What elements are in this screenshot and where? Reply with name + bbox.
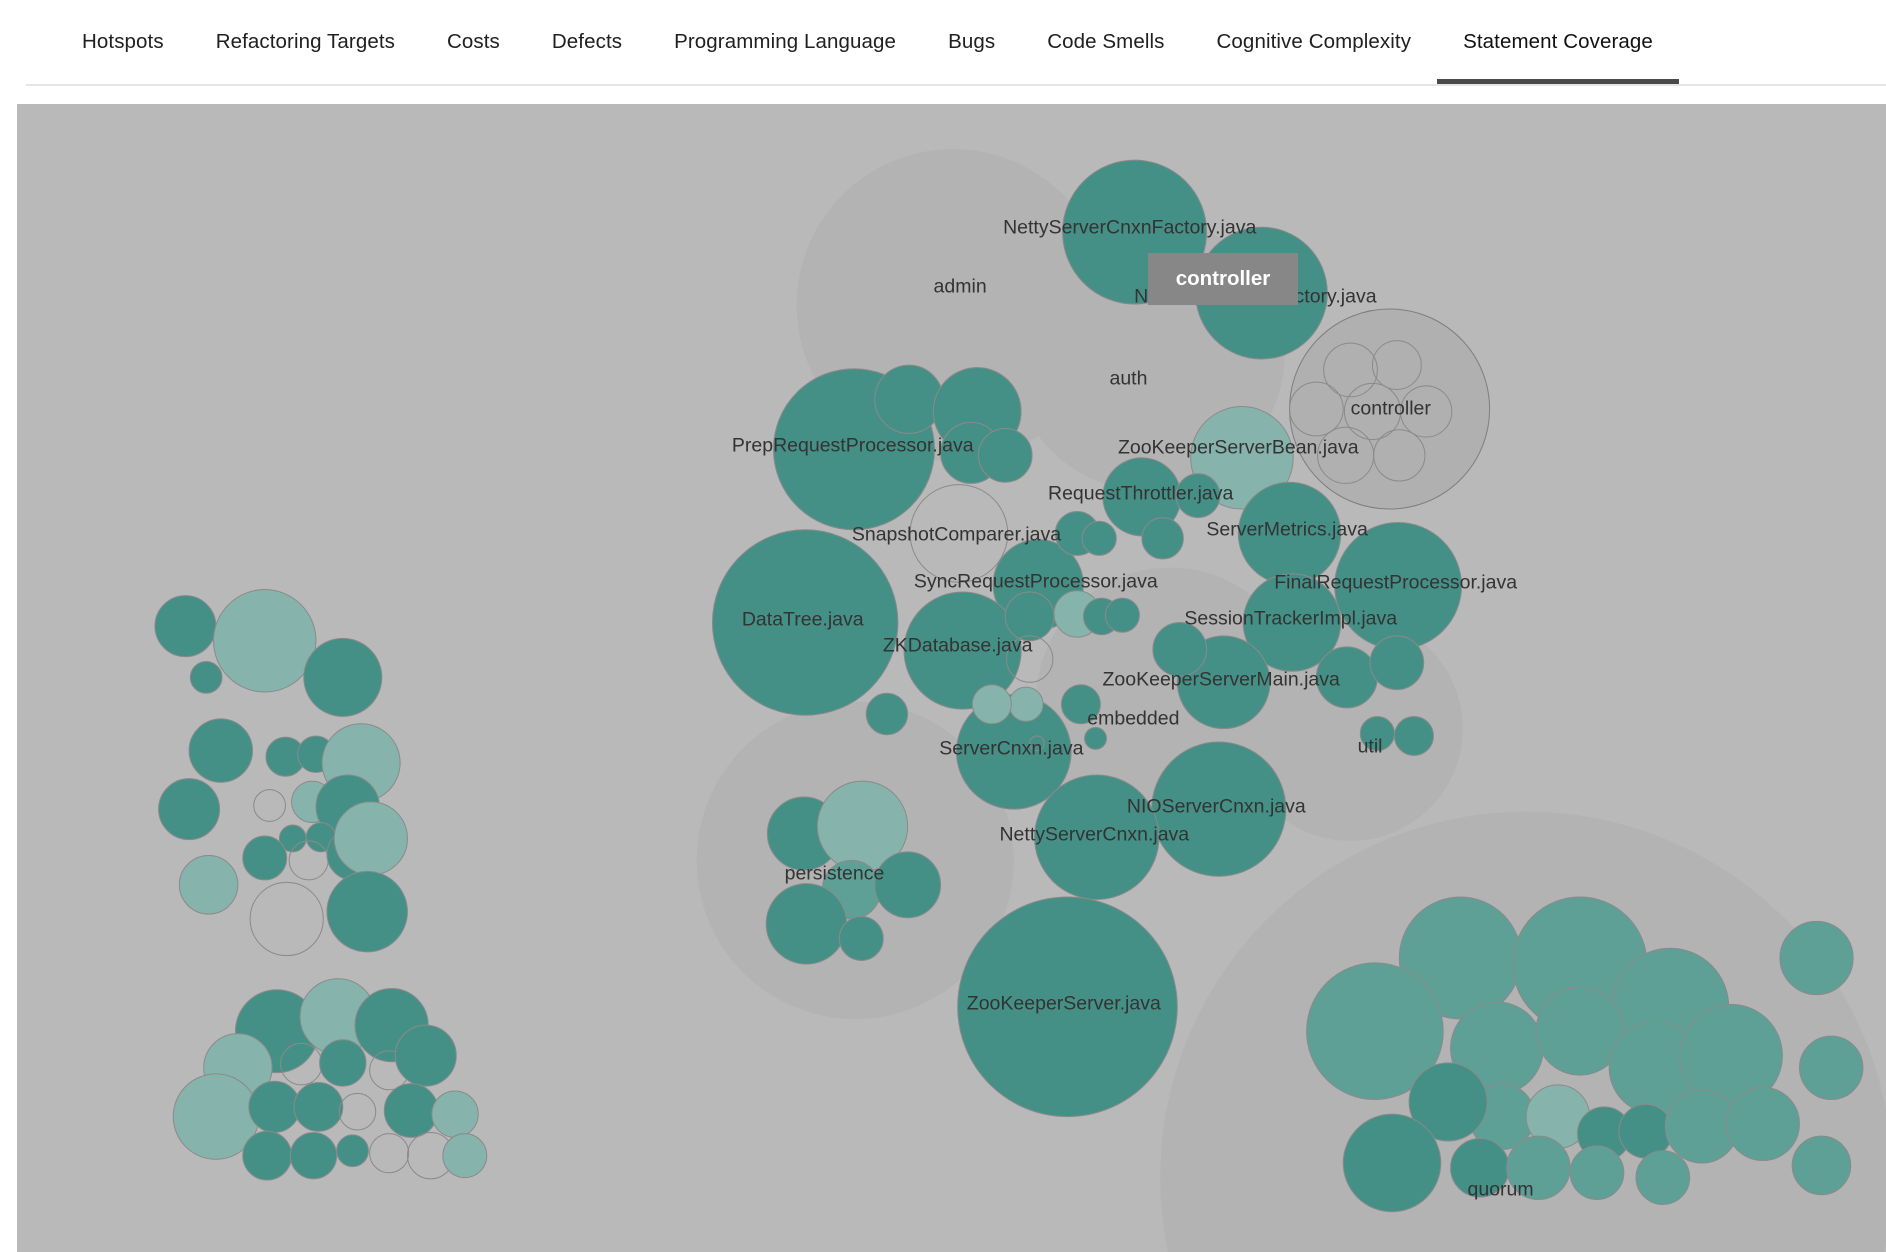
file-circle-ServerMetrics.java[interactable] — [1237, 481, 1342, 586]
tab-label: Defects — [551, 30, 623, 53]
file-circle[interactable] — [971, 684, 1012, 725]
tab-label: Cognitive Complexity — [1216, 30, 1412, 53]
file-circle[interactable] — [212, 589, 317, 693]
tab-hotspots[interactable]: Hotspots — [56, 0, 190, 84]
file-circle[interactable] — [874, 851, 942, 919]
file-circle[interactable] — [242, 1130, 293, 1181]
tab-label: Programming Language — [674, 30, 897, 53]
file-circle[interactable] — [1315, 646, 1378, 709]
file-circle-NettyServerCnxn.java[interactable] — [1034, 774, 1160, 900]
file-circle[interactable] — [1342, 1113, 1442, 1213]
app-root: Hotspots Refactoring Targets Costs Defects P… — [0, 0, 1886, 1252]
tab-label: Refactoring Targets — [215, 30, 395, 53]
tab-programming-language[interactable]: Programming Language — [648, 0, 922, 84]
file-circle[interactable] — [1060, 684, 1101, 725]
tab-defects[interactable]: Defects — [526, 0, 648, 84]
file-circle[interactable] — [289, 1131, 338, 1180]
file-circle-DataTree.java[interactable] — [711, 529, 899, 716]
file-circle[interactable] — [431, 1090, 479, 1138]
file-circle[interactable] — [154, 595, 217, 658]
file-circle-ZooKeeperServer.java[interactable] — [957, 896, 1178, 1118]
file-circle[interactable] — [1618, 1103, 1674, 1159]
file-circle-NIOServerCnxn.java[interactable] — [1151, 741, 1287, 877]
file-circle[interactable] — [1725, 1086, 1800, 1162]
file-circle[interactable] — [1569, 1145, 1625, 1201]
tab-label: Statement Coverage — [1463, 30, 1653, 53]
file-circle[interactable] — [293, 1081, 344, 1132]
tab-bar: Hotspots Refactoring Targets Costs Defects P… — [0, 0, 1886, 86]
file-circle[interactable] — [1081, 520, 1117, 556]
file-circle[interactable] — [394, 1024, 457, 1087]
file-circle[interactable] — [1450, 1138, 1510, 1198]
file-circle-NettyServerCnxnFactory.java[interactable] — [1062, 159, 1208, 305]
file-circle[interactable] — [977, 428, 1033, 483]
tab-costs[interactable]: Costs — [421, 0, 526, 84]
file-circle[interactable] — [865, 692, 909, 736]
tab-code-smells[interactable]: Code Smells — [1021, 0, 1190, 84]
tab-bugs[interactable]: Bugs — [922, 0, 1021, 84]
file-circle[interactable] — [178, 855, 239, 915]
file-circle[interactable] — [1104, 597, 1140, 633]
file-circle[interactable] — [248, 1080, 301, 1133]
file-circle[interactable] — [1393, 715, 1434, 756]
file-circle[interactable] — [1008, 686, 1044, 722]
file-circle[interactable] — [1359, 715, 1395, 752]
file-circle[interactable] — [1084, 726, 1108, 750]
file-circle-NIOServerCnxnFactory.java[interactable] — [1195, 226, 1328, 360]
tab-label: Costs — [447, 30, 500, 53]
file-circle[interactable] — [1791, 1135, 1852, 1196]
file-circle[interactable] — [1175, 473, 1221, 519]
file-circle[interactable] — [838, 916, 884, 961]
tab-statement-coverage[interactable]: Statement Coverage — [1437, 0, 1679, 84]
tab-label: Code Smells — [1047, 30, 1165, 53]
file-circle-FinalRequestProcessor.java[interactable] — [1334, 521, 1463, 650]
file-circle[interactable] — [383, 1083, 439, 1138]
file-circle[interactable] — [765, 883, 848, 965]
file-circle[interactable] — [336, 1134, 369, 1168]
file-circle[interactable] — [1506, 1135, 1571, 1201]
file-circle[interactable] — [442, 1133, 488, 1179]
file-circle[interactable] — [319, 1039, 367, 1087]
file-circle[interactable] — [189, 661, 223, 694]
file-circle[interactable] — [242, 835, 288, 881]
tab-label: Hotspots — [82, 30, 164, 53]
file-circle[interactable] — [1369, 635, 1425, 691]
file-circle[interactable] — [333, 801, 408, 876]
file-circle[interactable] — [1004, 591, 1055, 642]
file-circle[interactable] — [326, 870, 408, 953]
tab-cognitive-complexity[interactable]: Cognitive Complexity — [1191, 0, 1438, 84]
tab-refactoring-targets[interactable]: Refactoring Targets — [190, 0, 421, 84]
file-circle[interactable] — [1798, 1035, 1864, 1101]
tab-label: Bugs — [948, 30, 996, 53]
file-circle[interactable] — [158, 778, 221, 841]
file-circle[interactable] — [1141, 517, 1184, 560]
file-circle[interactable] — [1779, 920, 1854, 996]
circle-pack-svg[interactable] — [17, 104, 1886, 1252]
file-circle[interactable] — [1152, 622, 1208, 677]
file-circle[interactable] — [188, 718, 254, 783]
file-circle[interactable] — [1635, 1150, 1691, 1205]
circle-packing-visualization[interactable]: NettyServerCnxnFactory.java NIOServerCnxn… — [17, 104, 1886, 1252]
file-circle[interactable] — [303, 637, 383, 717]
tab-bar-divider — [26, 84, 1886, 86]
file-circle[interactable] — [874, 364, 944, 434]
tab-list: Hotspots Refactoring Targets Costs Defects P… — [56, 0, 1679, 84]
